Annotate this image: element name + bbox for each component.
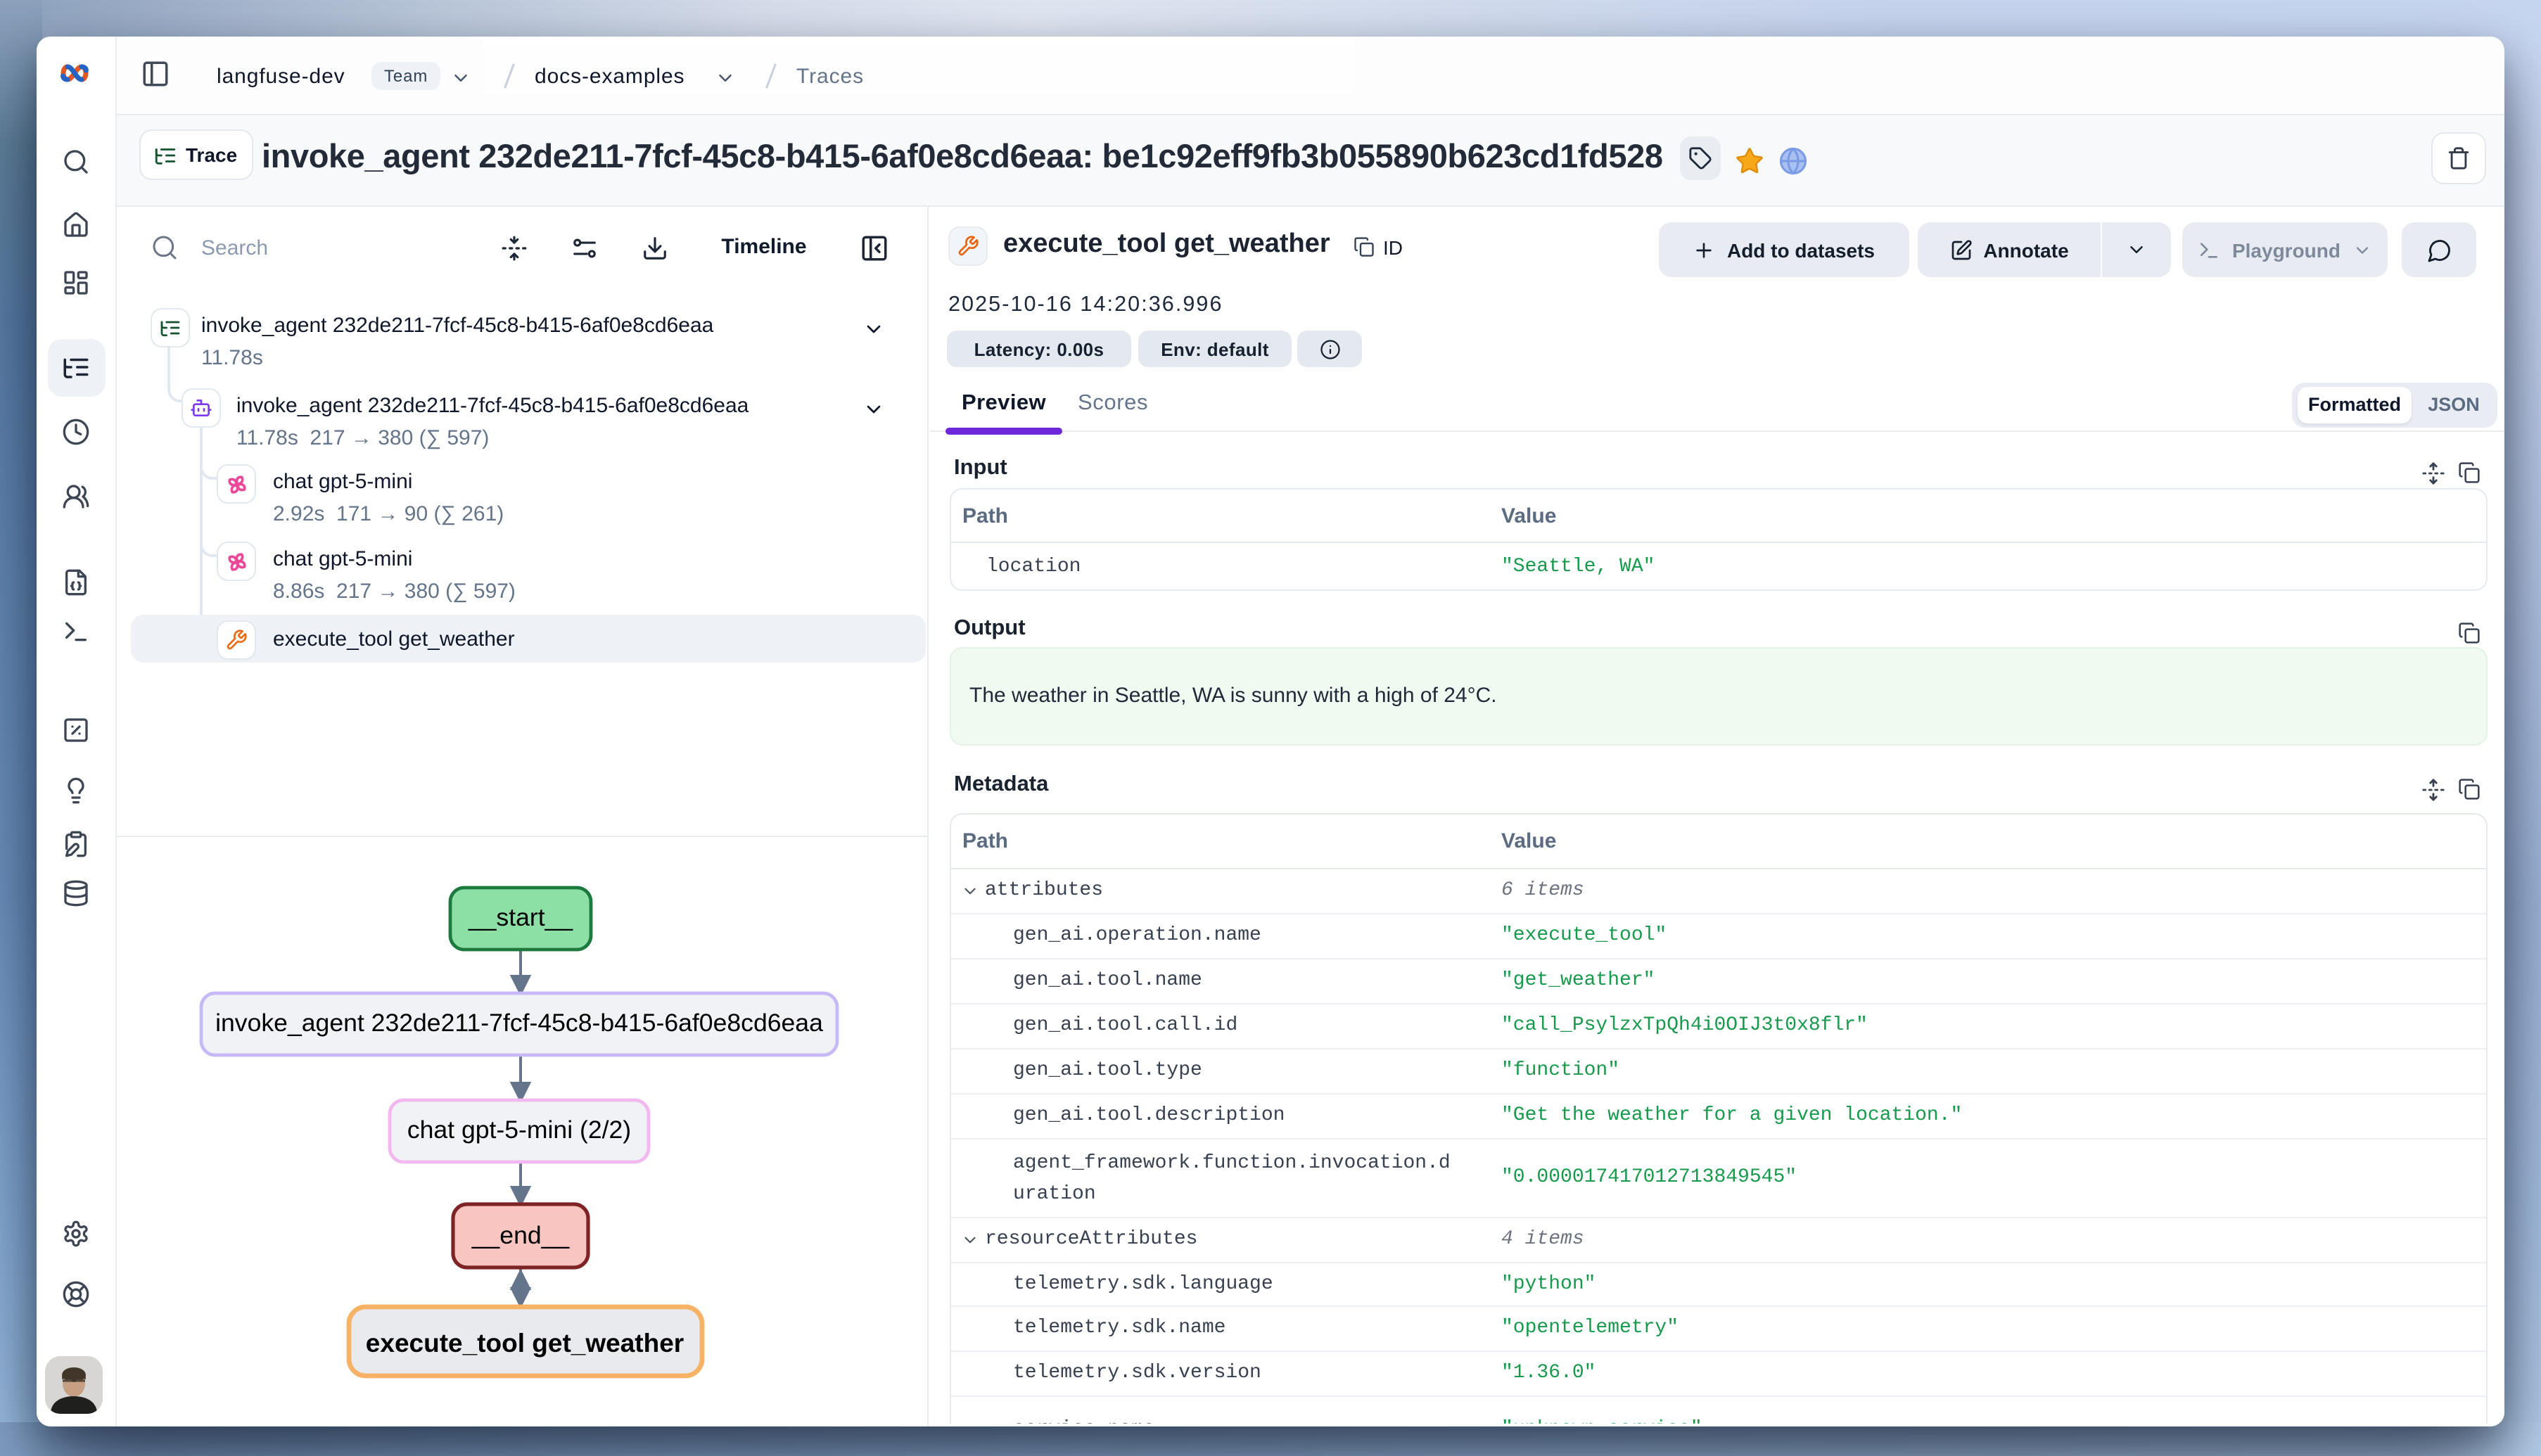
svg-text:invoke_agent 232de211-7fcf-45c: invoke_agent 232de211-7fcf-45c8-b415-6af… bbox=[215, 1009, 823, 1037]
svg-text:__start__: __start__ bbox=[468, 903, 574, 931]
svg-text:execute_tool get_weather: execute_tool get_weather bbox=[366, 1329, 684, 1358]
svg-text:__end__: __end__ bbox=[471, 1221, 571, 1249]
svg-text:chat gpt-5-mini (2/2): chat gpt-5-mini (2/2) bbox=[407, 1116, 631, 1144]
